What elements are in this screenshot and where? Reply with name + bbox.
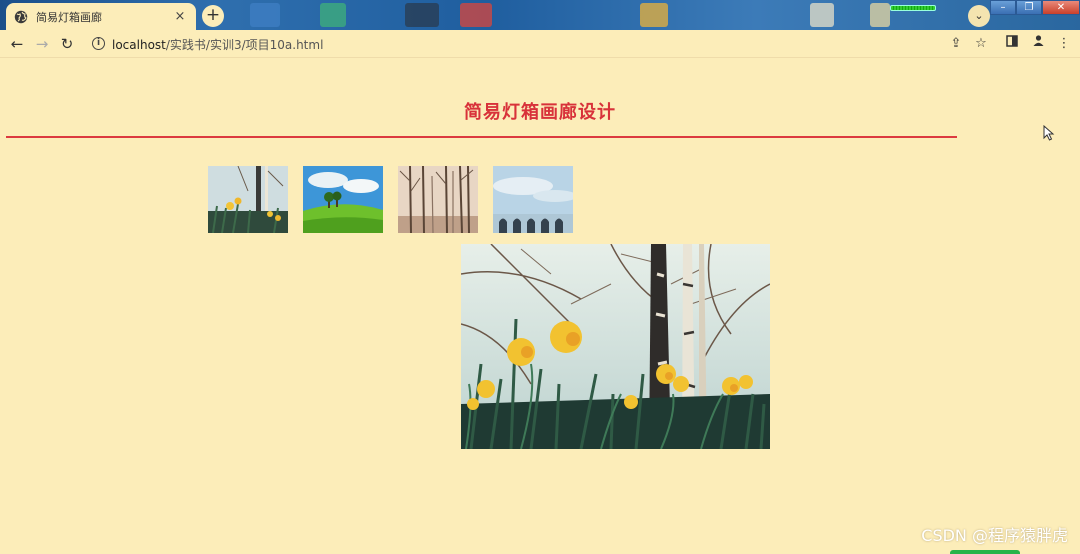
url-path: /实践书/实训3/项目10a.html [165, 38, 324, 52]
green-meadow-trees-image [303, 166, 383, 233]
bookmark-star-icon[interactable]: ☆ [971, 34, 991, 54]
address-bar: ← → ↻ i localhost/实践书/实训3/项目10a.html ⇪ ☆… [0, 30, 1080, 58]
tab-close-icon[interactable]: × [172, 9, 188, 24]
side-panel-icon[interactable] [1002, 34, 1022, 54]
misty-forest-image [398, 166, 478, 233]
desktop-decoration [810, 3, 834, 27]
mouse-cursor-icon [1043, 125, 1055, 141]
minimize-button[interactable]: – [990, 0, 1016, 15]
desktop-decoration [320, 3, 346, 27]
sky-arches-image [493, 166, 573, 233]
restore-button[interactable]: ❐ [1016, 0, 1042, 15]
gallery-thumbnail-1[interactable] [208, 166, 288, 233]
forward-button[interactable]: → [31, 33, 53, 55]
daffodils-birch-image [208, 166, 288, 233]
reload-button[interactable]: ↻ [56, 33, 78, 55]
taskbar-edge [950, 550, 1020, 554]
browser-tab[interactable]: 简易灯箱画廊 × [6, 3, 196, 30]
title-divider [6, 136, 957, 138]
desktop-decoration [250, 3, 280, 27]
daffodils-birch-image [461, 244, 770, 449]
system-meter [890, 5, 936, 11]
window-controls: – ❐ ✕ [990, 0, 1080, 15]
desktop-decoration [405, 3, 439, 27]
back-button[interactable]: ← [6, 33, 28, 55]
menu-kebab-icon[interactable]: ⋮ [1054, 34, 1074, 54]
watermark: CSDN @程序猿胖虎 [921, 526, 1068, 545]
url-field[interactable]: localhost/实践书/实训3/项目10a.html [112, 36, 323, 53]
site-info-icon[interactable]: i [92, 37, 105, 50]
desktop-decoration [640, 3, 668, 27]
share-icon[interactable]: ⇪ [946, 34, 966, 54]
desktop-decoration [460, 3, 492, 27]
profile-icon[interactable] [1028, 34, 1048, 54]
new-tab-button[interactable]: + [202, 5, 224, 27]
lightbox-main-image[interactable] [461, 244, 770, 449]
globe-icon [14, 10, 28, 23]
gallery-thumbnail-4[interactable] [493, 166, 573, 233]
gallery-thumbnail-2[interactable] [303, 166, 383, 233]
tab-title: 简易灯箱画廊 [36, 10, 102, 24]
url-host: localhost [112, 38, 166, 52]
desktop-decoration [870, 3, 890, 27]
tab-search-chevron-icon[interactable]: ⌄ [968, 5, 990, 27]
tab-strip: 简易灯箱画廊 × + ⌄ – ❐ ✕ [0, 0, 1080, 30]
page-title: 简易灯箱画廊设计 [464, 102, 616, 123]
close-window-button[interactable]: ✕ [1042, 0, 1080, 15]
gallery-thumbnail-3[interactable] [398, 166, 478, 233]
